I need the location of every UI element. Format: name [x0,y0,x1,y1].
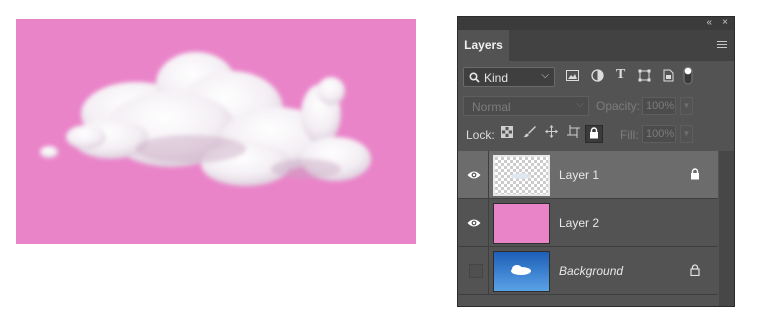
smart-object-filter-icon[interactable] [662,69,674,85]
lock-all-icon[interactable] [585,125,603,143]
fill-dropdown-arrow[interactable]: ▼ [680,125,693,143]
pink-fill-thumbnail [494,204,549,243]
layer-row-background[interactable]: Background [458,247,718,295]
visibility-toggle[interactable] [458,247,489,295]
opacity-field[interactable]: 100% [642,97,676,115]
layers-list: Layer 1 Layer 2 Background [458,151,718,306]
layer-lock-icon [690,264,700,279]
filter-kind-select[interactable]: Kind ⌵ [463,67,555,87]
canvas-image [16,19,416,244]
eye-icon [467,171,481,179]
lock-artboard-icon[interactable] [564,125,582,143]
chevron-down-icon: ⌵ [576,99,584,110]
layer-name[interactable]: Layer 1 [559,168,599,182]
layer-thumbnail[interactable] [493,155,550,196]
fill-field[interactable]: 100% [642,125,676,143]
lock-image-pixels-icon[interactable] [520,125,538,143]
adjustment-layer-filter-icon[interactable] [591,69,604,85]
filter-kind-label: Kind [484,71,509,85]
lock-transparent-pixels-icon[interactable] [498,125,516,143]
panel-tab-row: Layers [458,30,734,61]
visibility-toggle[interactable] [458,199,489,247]
opacity-label: Opacity: [596,99,641,113]
shape-layer-filter-icon[interactable] [638,69,651,85]
chevron-down-icon: ⌵ [541,70,549,81]
layer-row-layer-1[interactable]: Layer 1 [458,151,718,199]
visibility-toggle[interactable] [458,151,489,199]
hidden-visibility-box [469,264,483,278]
lock-position-icon[interactable] [542,125,560,143]
layer-row-layer-2[interactable]: Layer 2 [458,199,718,247]
layer-thumbnail[interactable] [493,203,550,244]
collapse-panel-icon[interactable]: « [706,17,712,29]
fill-label: Fill: [620,128,639,142]
lock-label: Lock: [466,128,495,142]
filter-toggle-switch[interactable] [683,66,693,88]
transparent-thumbnail [495,157,548,194]
panel-menu-icon[interactable] [717,41,727,50]
sky-thumbnail [494,252,549,291]
eye-icon [467,219,481,227]
layer-name[interactable]: Background [559,264,623,278]
layers-panel: « × Layers Kind ⌵ T Normal ⌵ Opacity: 10… [457,16,735,307]
panel-title-bar: « × [458,17,734,30]
type-layer-filter-icon[interactable]: T [616,67,625,83]
document-canvas[interactable] [16,19,416,244]
tab-layers[interactable]: Layers [458,30,509,61]
layer-lock-icon [690,168,700,183]
layers-scrollbar[interactable] [719,151,734,306]
close-panel-icon[interactable]: × [722,17,728,29]
blend-mode-select[interactable]: Normal ⌵ [463,96,589,116]
layer-name[interactable]: Layer 2 [559,216,599,230]
pixel-layer-filter-icon[interactable] [566,69,579,85]
opacity-dropdown-arrow[interactable]: ▼ [680,97,693,115]
search-icon [469,72,480,83]
blend-mode-label: Normal [472,100,511,114]
layer-thumbnail[interactable] [493,251,550,292]
